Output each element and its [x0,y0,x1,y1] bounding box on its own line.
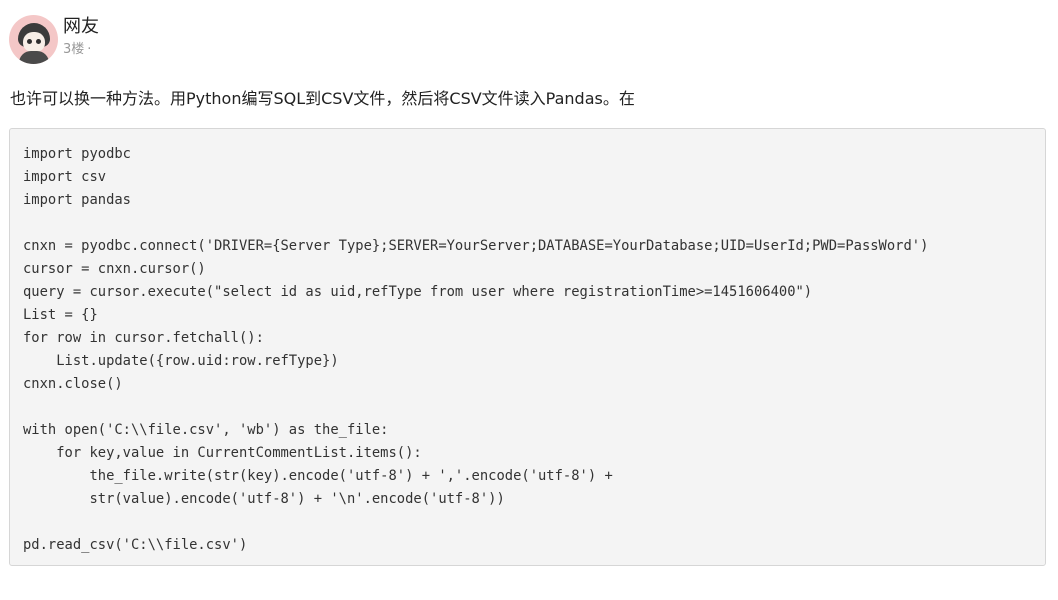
code-line: the_file.write(str(key).encode('utf-8') … [23,468,613,484]
floor-info: 3楼 · [63,41,99,59]
floor-number: 3楼 [63,42,85,57]
code-line: cnxn.close() [23,376,123,392]
code-line: List.update({row.uid:row.refType}) [23,353,339,369]
code-line: for row in cursor.fetchall(): [23,330,264,346]
code-line: for key,value in CurrentCommentList.item… [23,445,422,461]
code-block: import pyodbc import csv import pandas c… [9,128,1046,566]
floor-separator: · [87,42,92,57]
code-line: import pandas [23,192,131,208]
code-line: cnxn = pyodbc.connect('DRIVER={Server Ty… [23,238,929,254]
code-line: query = cursor.execute("select id as uid… [23,284,813,300]
code-line: cursor = cnxn.cursor() [23,261,206,277]
code-line: import csv [23,169,107,185]
code-line: List = {} [23,307,98,323]
code-line: str(value).encode('utf-8') + '\n'.encode… [23,491,505,507]
code-line: with open('C:\\file.csv', 'wb') as the_f… [23,422,389,438]
post-header: 网友 3楼 · [9,15,99,67]
username[interactable]: 网友 [63,15,99,39]
avatar-eye-left [27,39,32,44]
code-line: pd.read_csv('C:\\file.csv') [23,537,248,553]
code-line: import pyodbc [23,146,131,162]
avatar-body [19,51,49,64]
post-text: 也许可以换一种方法。用Python编写SQL到CSV文件，然后将CSV文件读入P… [10,89,635,108]
avatar-eye-right [36,39,41,44]
avatar[interactable] [9,15,58,64]
user-meta: 网友 3楼 · [63,15,99,59]
